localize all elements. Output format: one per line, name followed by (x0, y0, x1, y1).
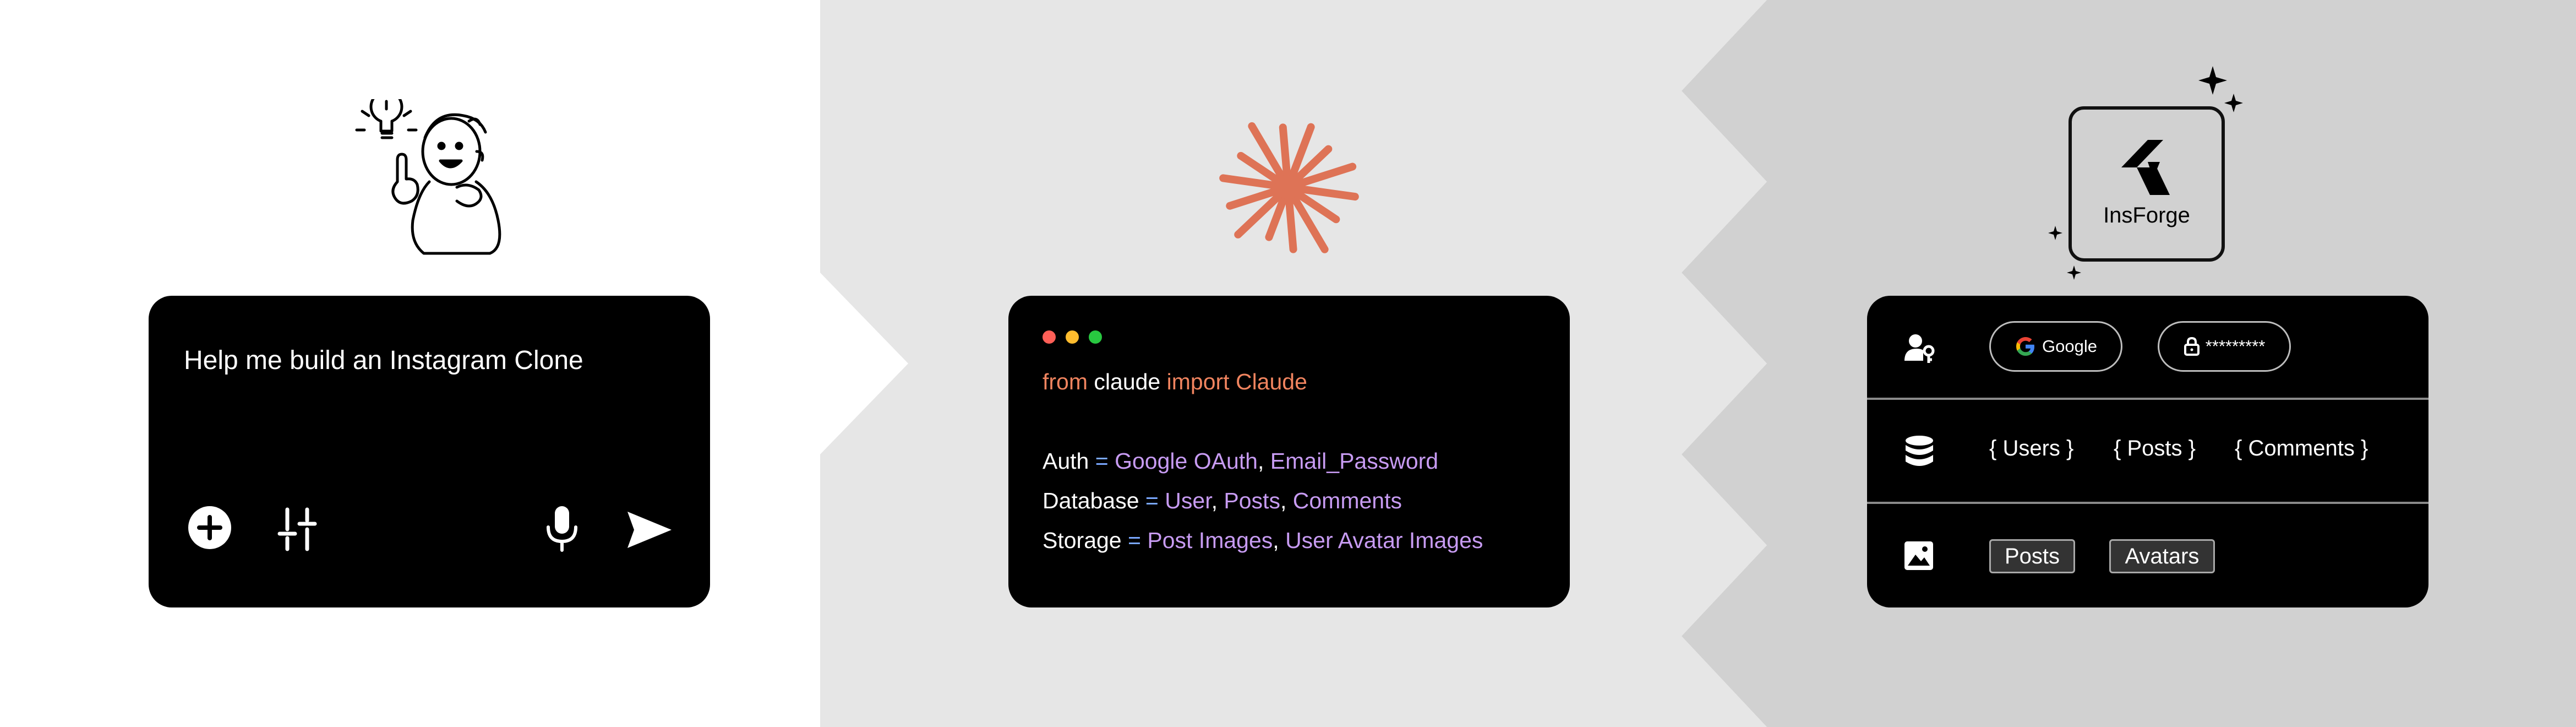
database-value-2: Posts (1224, 488, 1280, 513)
table-users[interactable]: { Users } (1989, 436, 2073, 461)
microphone-icon[interactable] (545, 505, 579, 552)
password-mask: ********* (2205, 337, 2266, 356)
auth-value-2: Email_Password (1270, 448, 1439, 474)
auth-row: Google ********* (1867, 296, 2428, 398)
image-icon (1904, 541, 1933, 570)
claude-starburst-logo (1219, 122, 1359, 253)
plus-circle-icon[interactable] (187, 505, 232, 550)
kw-from: from (1043, 369, 1088, 394)
window-close-dot[interactable] (1043, 330, 1056, 344)
comma: , (1280, 488, 1287, 513)
auth-value-1: Google OAuth (1115, 448, 1258, 474)
code-line-storage: Storage = Post Images, User Avatar Image… (1043, 528, 1483, 554)
send-icon[interactable] (626, 511, 673, 549)
comma: , (1211, 488, 1218, 513)
user-key-icon (1904, 334, 1935, 363)
comma: , (1257, 448, 1264, 474)
table-posts[interactable]: { Posts } (2114, 436, 2196, 461)
database-row: { Users } { Posts } { Comments } (1867, 400, 2428, 502)
google-g-icon (2016, 337, 2035, 356)
prompt-input-card[interactable]: Help me build an Instagram Clone (149, 296, 710, 607)
google-label: Google (2042, 337, 2097, 356)
window-minimize-dot[interactable] (1066, 330, 1079, 344)
window-maximize-dot[interactable] (1089, 330, 1102, 344)
google-auth-button[interactable]: Google (1989, 321, 2122, 372)
storage-key: Storage (1043, 528, 1122, 553)
bucket-avatars[interactable]: Avatars (2109, 539, 2215, 573)
database-eq: = (1145, 488, 1159, 513)
comma: , (1273, 528, 1279, 553)
bucket-posts[interactable]: Posts (1989, 539, 2075, 573)
password-auth-field[interactable]: ********* (2158, 321, 2291, 372)
idea-person-illustration (355, 99, 501, 255)
auth-eq: = (1095, 448, 1109, 474)
module-name: claude (1094, 369, 1161, 394)
database-value-3: Comments (1292, 488, 1402, 513)
storage-value-1: Post Images (1147, 528, 1273, 553)
import-name: Claude (1235, 369, 1307, 394)
database-value-1: User (1165, 488, 1211, 513)
storage-row: Posts Avatars (1867, 504, 2428, 606)
insforge-backend-card: Google ********* { Users } { Posts } { C… (1867, 296, 2428, 607)
lock-icon (2184, 337, 2200, 356)
insforge-mark-icon (2121, 140, 2170, 195)
insforge-logo: InsForge (2069, 106, 2225, 262)
database-icon (1906, 436, 1933, 466)
code-line-import: from claude import Claude (1043, 369, 1307, 395)
code-line-database: Database = User, Posts, Comments (1043, 488, 1402, 514)
code-line-auth: Auth = Google OAuth, Email_Password (1043, 448, 1438, 474)
auth-key: Auth (1043, 448, 1089, 474)
database-key: Database (1043, 488, 1139, 513)
storage-eq: = (1128, 528, 1141, 553)
sliders-icon[interactable] (276, 507, 318, 551)
table-comments[interactable]: { Comments } (2235, 436, 2368, 461)
storage-value-2: User Avatar Images (1285, 528, 1483, 553)
code-editor-card: from claude import Claude Auth = Google … (1008, 296, 1570, 607)
kw-import: import (1166, 369, 1230, 394)
insforge-logo-label: InsForge (2103, 203, 2190, 227)
starburst-center (1276, 175, 1300, 199)
prompt-text[interactable]: Help me build an Instagram Clone (184, 345, 583, 376)
